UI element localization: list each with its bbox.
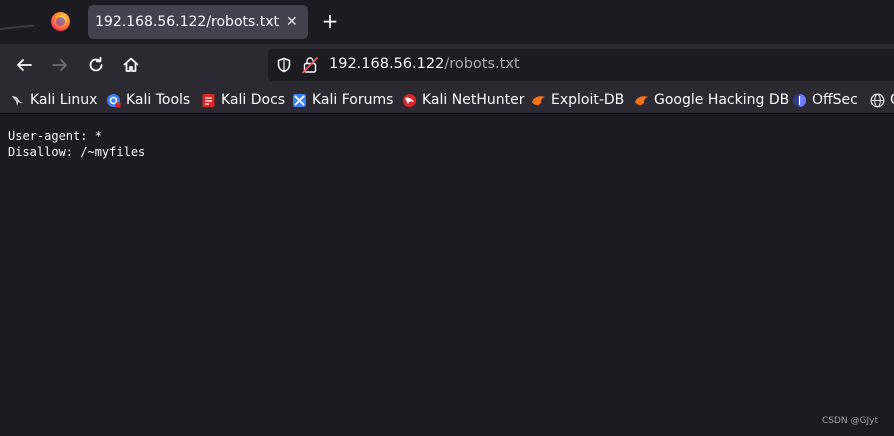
robots-txt-text: User-agent: * Disallow: /~myfiles — [8, 128, 145, 160]
bookmark-more[interactable]: G — [870, 91, 894, 109]
bookmark-label: OffSec — [812, 92, 858, 108]
window-corner-decoration — [0, 0, 38, 44]
bookmark-offsec[interactable]: OffSec — [792, 91, 858, 109]
bookmark-label: Kali Docs — [221, 92, 286, 108]
url-host: 192.168.56.122 — [329, 56, 445, 72]
url-text[interactable]: 192.168.56.122/robots.txt — [329, 56, 520, 72]
firefox-logo-icon[interactable] — [51, 12, 70, 31]
tab-strip: 192.168.56.122/robots.txt ✕ + — [0, 0, 894, 44]
bookmark-label: Google Hacking DB — [654, 92, 790, 108]
bookmark-label: G — [890, 92, 894, 108]
new-tab-button[interactable]: + — [320, 10, 340, 32]
tab-title: 192.168.56.122/robots.txt — [95, 14, 280, 30]
bookmark-kali-forums[interactable]: Kali Forums — [292, 91, 393, 109]
bookmark-google-hacking-db[interactable]: Google Hacking DB — [634, 91, 789, 109]
exploit-db-icon — [532, 95, 545, 105]
bookmark-kali-linux[interactable]: Kali Linux — [10, 91, 97, 109]
bookmark-label: Kali Tools — [126, 92, 191, 108]
kali-docs-icon — [202, 93, 215, 107]
bookmarks-toolbar: Kali Linux Kali Tools Kali Docs Kali For… — [0, 86, 894, 114]
page-content: User-agent: * Disallow: /~myfiles CSDN @… — [0, 115, 894, 436]
kali-nethunter-icon — [403, 93, 416, 107]
home-button[interactable] — [119, 53, 143, 77]
bookmark-kali-tools[interactable]: Kali Tools — [106, 91, 190, 109]
bookmark-exploit-db[interactable]: Exploit-DB — [531, 91, 624, 109]
forward-arrow-icon — [52, 59, 67, 71]
tab-close-icon[interactable]: ✕ — [286, 14, 298, 30]
navigation-toolbar: 192.168.56.122/robots.txt — [0, 44, 894, 86]
reload-icon — [89, 56, 103, 72]
kali-forums-icon — [293, 93, 306, 107]
reload-button[interactable] — [84, 53, 108, 77]
bookmark-label: Kali Linux — [30, 92, 98, 108]
robots-line-disallow: Disallow: /~myfiles — [8, 145, 146, 159]
home-icon — [123, 57, 139, 72]
forward-button[interactable] — [48, 53, 72, 77]
globe-icon — [870, 93, 885, 107]
robots-line-user-agent: User-agent: * — [8, 129, 102, 143]
watermark: CSDN @GJyt — [821, 416, 878, 426]
bookmark-label: Exploit-DB — [551, 92, 625, 108]
tracking-protection-shield-icon[interactable] — [276, 57, 292, 73]
address-bar[interactable]: 192.168.56.122/robots.txt — [268, 49, 894, 81]
insecure-lock-icon[interactable] — [302, 56, 318, 74]
url-path: /robots.txt — [444, 56, 520, 72]
offsec-icon — [793, 93, 806, 107]
bookmark-kali-docs[interactable]: Kali Docs — [201, 91, 285, 109]
back-arrow-icon — [17, 59, 32, 71]
back-button[interactable] — [12, 53, 36, 77]
tab-robots-txt[interactable]: 192.168.56.122/robots.txt ✕ — [88, 5, 308, 39]
bookmark-label: Kali NetHunter — [422, 92, 525, 108]
bookmark-label: Kali Forums — [312, 92, 394, 108]
kali-dragon-icon — [12, 95, 23, 106]
ghdb-icon — [635, 95, 648, 105]
bookmark-kali-nethunter[interactable]: Kali NetHunter — [402, 91, 524, 109]
kali-tools-icon — [107, 93, 121, 107]
